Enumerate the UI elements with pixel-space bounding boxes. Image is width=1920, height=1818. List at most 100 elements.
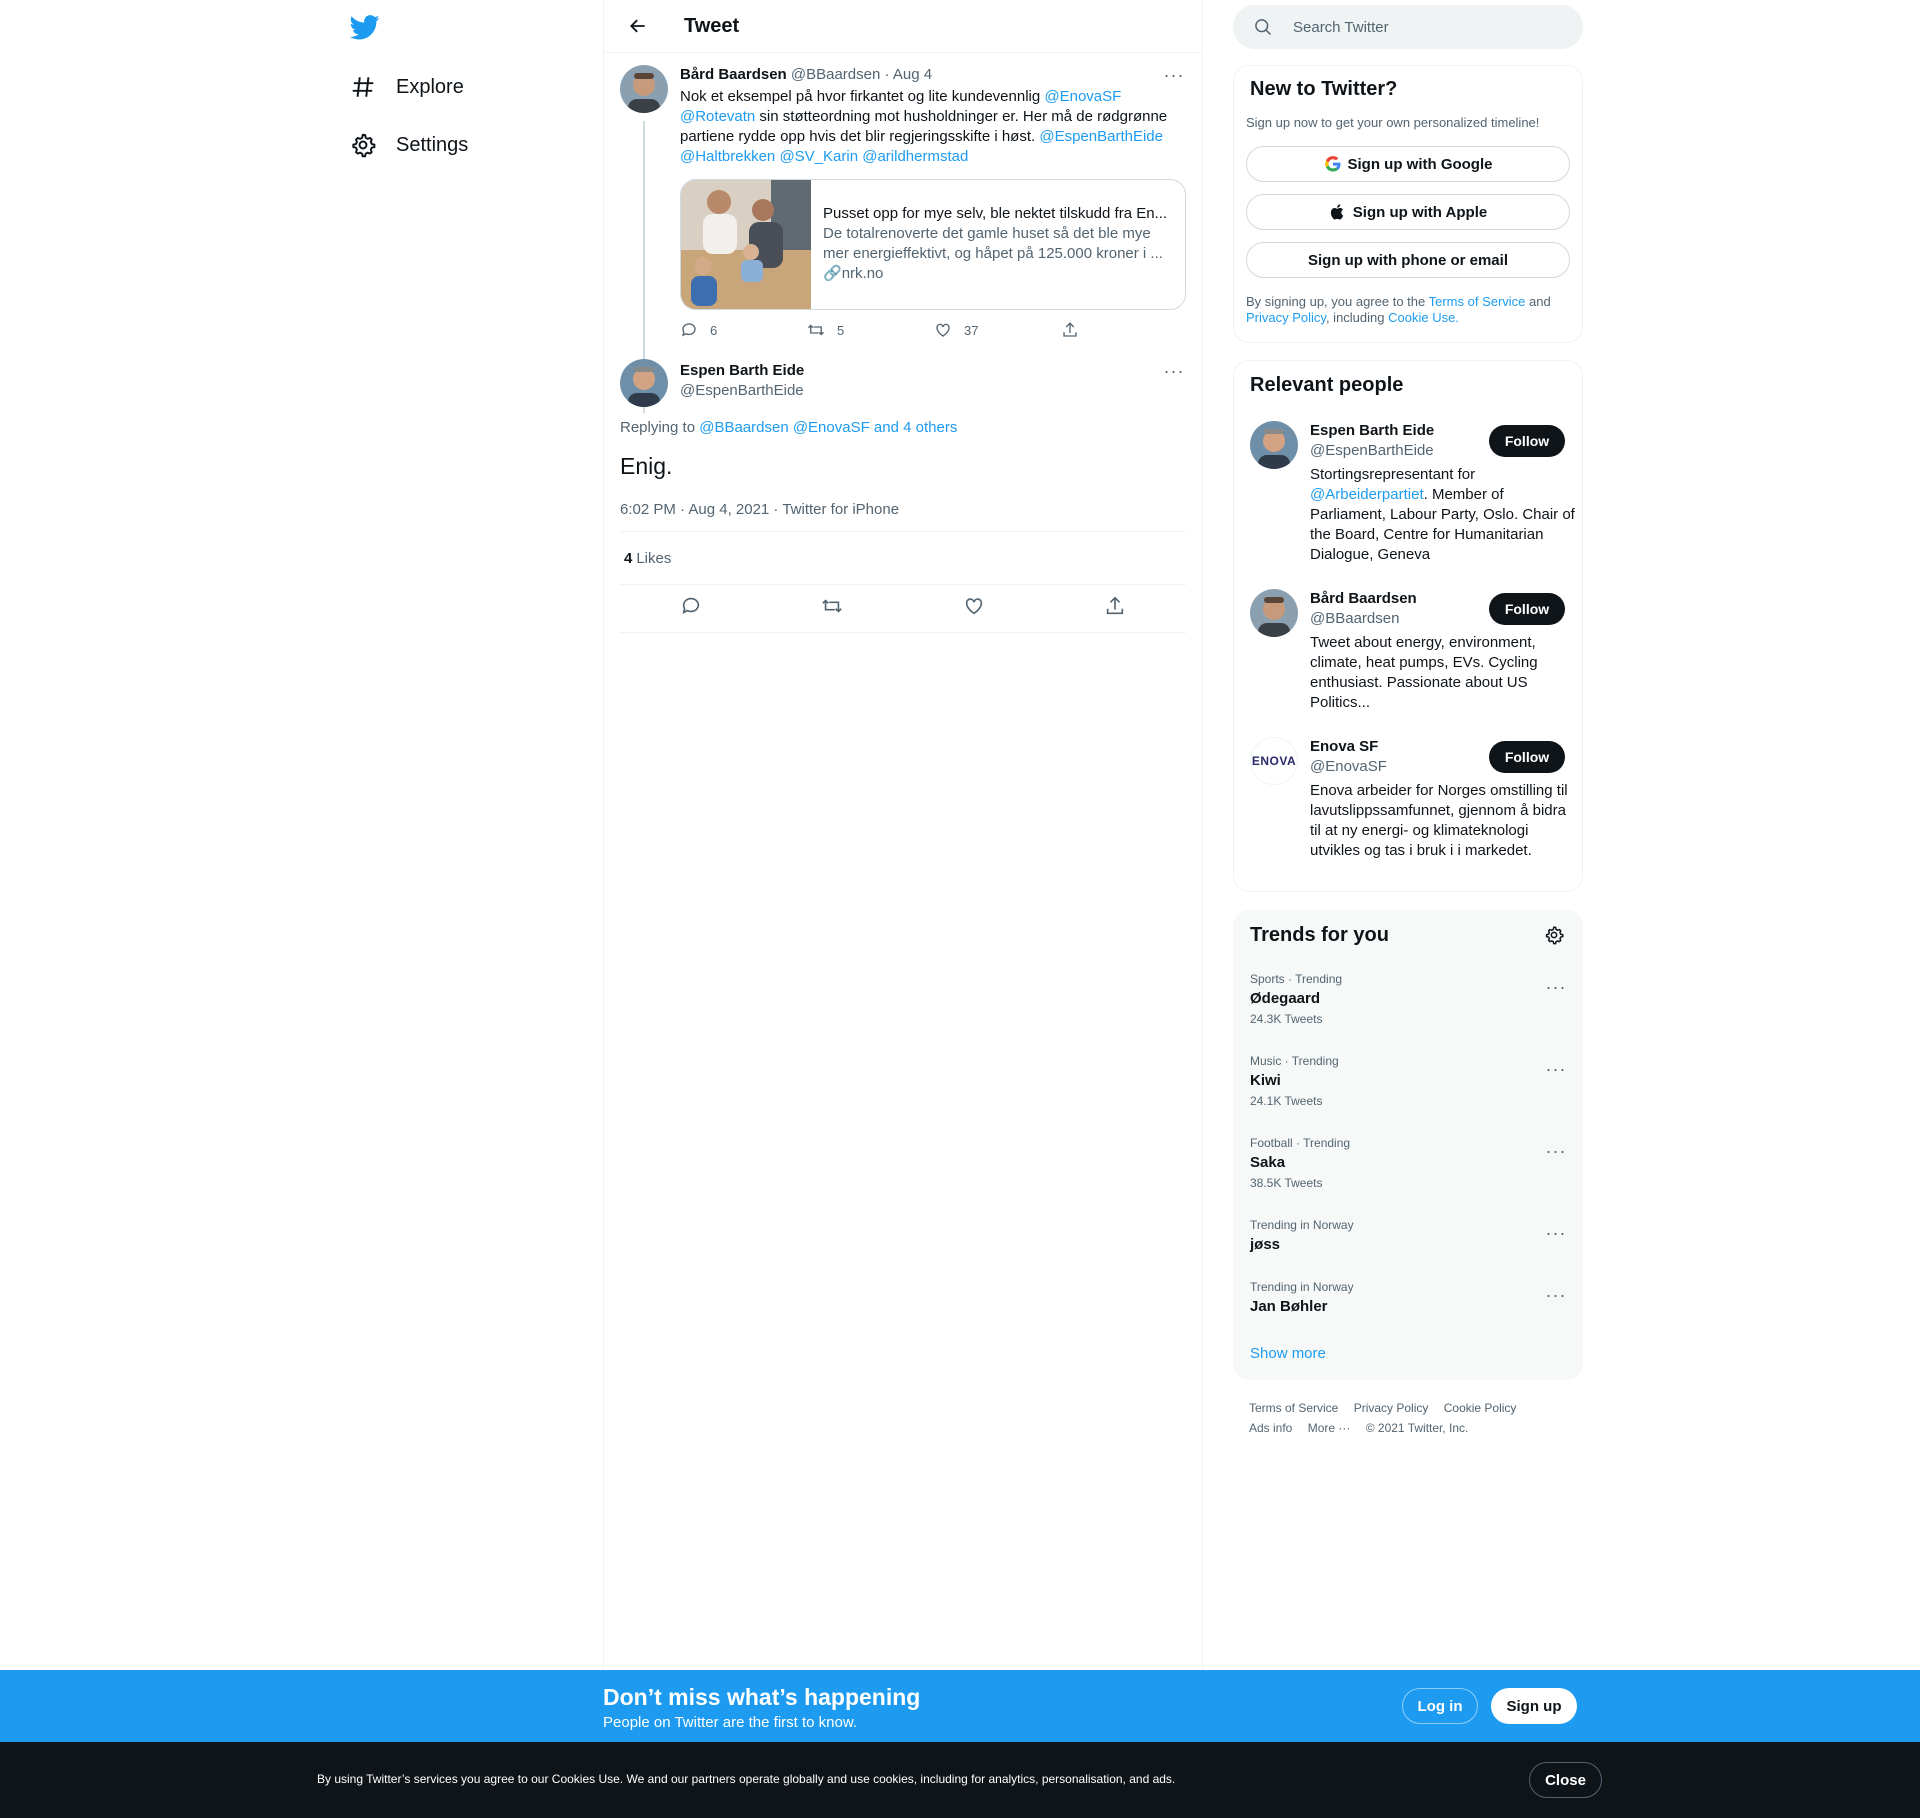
bio-text: Stortingsrepresentant for: [1310, 466, 1476, 483]
bio-mention-link[interactable]: @Arbeiderpartiet: [1310, 486, 1424, 503]
trend-context: Sports · Trending: [1250, 972, 1343, 986]
more-options-icon[interactable]: ···: [1162, 361, 1186, 381]
more-options-icon[interactable]: ···: [1544, 1059, 1568, 1079]
nav-settings[interactable]: Settings: [350, 125, 468, 165]
heart-icon: [965, 598, 982, 615]
search-box[interactable]: [1233, 5, 1583, 49]
more-options-icon[interactable]: ···: [1162, 65, 1186, 85]
footer-cookie-link[interactable]: Cookie Policy: [1444, 1401, 1517, 1415]
page-title: Tweet: [684, 14, 740, 37]
mention-link[interactable]: @Rotevatn: [680, 108, 755, 125]
mention-link[interactable]: @EnovaSF: [1044, 88, 1121, 105]
trend-item[interactable]: Football · Trending Saka 38.5K Tweets ··…: [1250, 1135, 1568, 1191]
person-bio: Enova arbeider for Norges omstilling til…: [1310, 782, 1568, 859]
signup-google-button[interactable]: Sign up with Google: [1246, 146, 1570, 182]
person-handle[interactable]: @BBaardsen: [1310, 609, 1399, 629]
gear-icon: [1545, 926, 1564, 945]
search-input[interactable]: [1293, 18, 1553, 36]
more-options-icon[interactable]: ···: [1544, 1285, 1568, 1305]
trends-settings-button[interactable]: [1544, 925, 1566, 947]
like-button[interactable]: 37: [934, 321, 1061, 339]
person-name[interactable]: Espen Barth Eide: [1310, 421, 1434, 441]
likes-summary[interactable]: 4 Likes: [620, 531, 1186, 585]
banner-subtitle: People on Twitter are the first to know.: [603, 1714, 858, 1731]
follow-button[interactable]: Follow: [1489, 593, 1565, 625]
signup-button[interactable]: Sign up: [1491, 1688, 1577, 1724]
tweet-date[interactable]: · Aug 4: [885, 66, 933, 83]
more-options-icon[interactable]: ···: [1544, 1141, 1568, 1161]
mention-link[interactable]: @EspenBarthEide: [1039, 128, 1163, 145]
back-button[interactable]: [620, 8, 656, 44]
reply-button[interactable]: 6: [680, 321, 807, 339]
parent-tweet[interactable]: Bård Baardsen @BBaardsen · Aug 4 Nok et …: [604, 53, 1202, 413]
retweet-button[interactable]: [821, 595, 843, 622]
enova-logo[interactable]: ENOVA: [1250, 737, 1298, 785]
replying-prefix: Replying to: [620, 419, 700, 436]
link-card[interactable]: Pusset opp for mye selv, ble nektet tils…: [680, 179, 1186, 310]
person-handle[interactable]: @EnovaSF: [1310, 757, 1387, 777]
retweet-button[interactable]: 5: [807, 321, 934, 339]
footer-tos-link[interactable]: Terms of Service: [1249, 1401, 1338, 1415]
follow-button[interactable]: Follow: [1489, 425, 1565, 457]
person-handle[interactable]: @EspenBarthEide: [1310, 441, 1434, 461]
more-options-icon[interactable]: ···: [1544, 1223, 1568, 1243]
trend-item[interactable]: Sports · Trending Ødegaard 24.3K Tweets …: [1250, 971, 1568, 1027]
footer-privacy-link[interactable]: Privacy Policy: [1354, 1401, 1429, 1415]
trend-context: Music · Trending: [1250, 1054, 1339, 1068]
panel-title: New to Twitter?: [1250, 78, 1398, 100]
trend-item[interactable]: Music · Trending Kiwi 24.1K Tweets ···: [1250, 1053, 1568, 1109]
replying-to-link[interactable]: @BBaardsen @EnovaSF and 4 others: [699, 419, 957, 436]
mention-link[interactable]: @SV_Karin: [779, 148, 858, 165]
follow-button[interactable]: Follow: [1489, 741, 1565, 773]
more-options-icon[interactable]: ···: [1544, 977, 1568, 997]
trend-context: Football · Trending: [1250, 1136, 1351, 1150]
footer-links: Terms of Service Privacy Policy Cookie P…: [1249, 1398, 1569, 1438]
avatar[interactable]: [620, 359, 668, 407]
person-name[interactable]: Bård Baardsen: [1310, 589, 1417, 609]
reply-button[interactable]: [680, 595, 702, 622]
footer-more-button[interactable]: More ···: [1308, 1421, 1351, 1435]
google-icon: [1324, 156, 1340, 172]
trend-name: Ødegaard: [1250, 990, 1321, 1007]
legal-text-part: , including: [1325, 310, 1389, 325]
relevant-people-panel: Relevant people Espen Barth Eide @EspenB…: [1233, 360, 1583, 892]
tweet-actions: 6 5 37: [680, 320, 1188, 340]
nav-explore[interactable]: Explore: [350, 67, 464, 107]
hashtag-icon: [352, 77, 374, 97]
share-button[interactable]: [1061, 321, 1188, 339]
tweet-timestamp[interactable]: 6:02 PM · Aug 4, 2021 · Twitter for iPho…: [620, 501, 899, 518]
legal-text-part: and: [1525, 294, 1551, 309]
show-more-link[interactable]: Show more: [1250, 1345, 1326, 1362]
author-name[interactable]: Bård Baardsen: [680, 66, 787, 83]
new-to-twitter-panel: New to Twitter? Sign up now to get your …: [1233, 65, 1583, 343]
signup-apple-button[interactable]: Sign up with Apple: [1246, 194, 1570, 230]
like-button[interactable]: [963, 595, 985, 622]
login-button[interactable]: Log in: [1402, 1688, 1478, 1724]
avatar[interactable]: [1250, 421, 1298, 469]
person-name[interactable]: Enova SF: [1310, 737, 1378, 757]
avatar[interactable]: [620, 65, 668, 113]
twitter-logo-icon[interactable]: [349, 12, 382, 44]
mention-link[interactable]: @arildhermstad: [862, 148, 968, 165]
tos-link[interactable]: Terms of Service: [1429, 294, 1526, 309]
privacy-link[interactable]: Privacy Policy: [1246, 310, 1326, 325]
cookie-link[interactable]: Cookie Use.: [1388, 310, 1459, 325]
apple-icon: [1330, 204, 1343, 220]
trend-item[interactable]: Trending in Norway jøss ···: [1250, 1217, 1568, 1255]
legal-text: By signing up, you agree to the Terms of…: [1246, 294, 1576, 326]
signup-phone-button[interactable]: Sign up with phone or email: [1246, 242, 1570, 278]
trend-item[interactable]: Trending in Norway Jan Bøhler ···: [1250, 1279, 1568, 1317]
author-handle[interactable]: @BBaardsen: [791, 66, 880, 83]
nav-settings-label: Settings: [396, 133, 469, 156]
trends-panel: Trends for you Sports · Trending Ødegaar…: [1233, 910, 1583, 1380]
author-handle[interactable]: @EspenBarthEide: [680, 381, 804, 401]
footer-ads-link[interactable]: Ads info: [1249, 1421, 1292, 1435]
card-title: Pusset opp for mye selv, ble nektet tils…: [823, 205, 1168, 222]
share-button[interactable]: [1104, 595, 1126, 622]
mention-link[interactable]: @Haltbrekken: [680, 148, 775, 165]
cookie-close-button[interactable]: Close: [1529, 1762, 1602, 1798]
legal-text-part: By signing up, you agree to the: [1246, 294, 1429, 309]
signup-banner: Don’t miss what’s happening People on Tw…: [0, 1670, 1920, 1742]
avatar[interactable]: [1250, 589, 1298, 637]
author-name[interactable]: Espen Barth Eide: [680, 361, 804, 381]
